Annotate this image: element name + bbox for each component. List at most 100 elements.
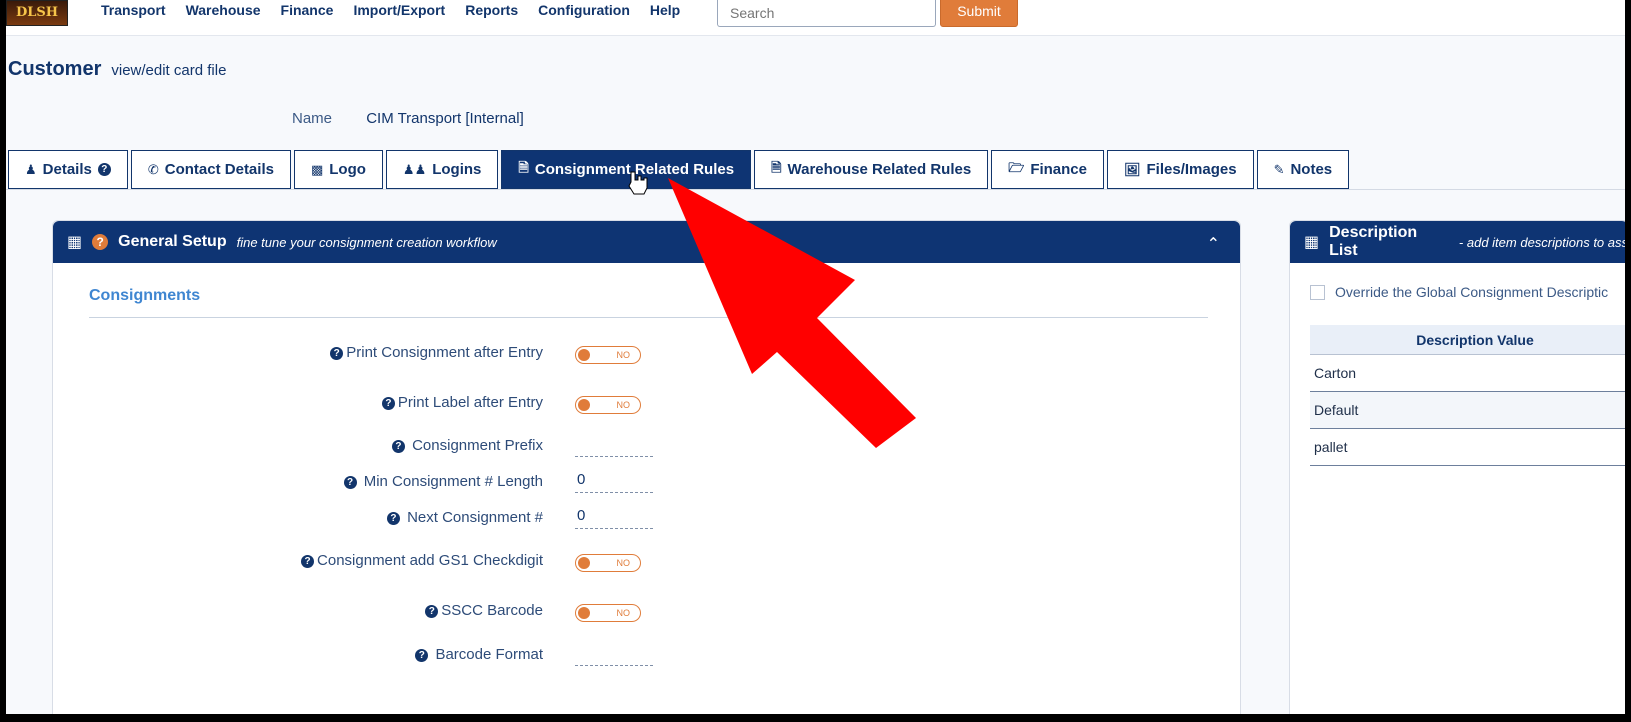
tab-label: Files/Images	[1146, 161, 1237, 178]
setting-label: ? Consignment add GS1 Checkdigit	[53, 552, 543, 569]
tab-label: Finance	[1030, 161, 1087, 178]
setting-label: ? Print Consignment after Entry	[53, 344, 543, 361]
tab-finance[interactable]: 🗁 Finance	[991, 150, 1104, 189]
question-circle-icon[interactable]: ?	[92, 234, 109, 250]
user-icon: ♟	[25, 161, 37, 177]
menu-finance[interactable]: Finance	[281, 2, 334, 18]
app-logo[interactable]: DLSH	[6, 0, 68, 26]
tab-label: Details	[42, 161, 92, 178]
toggle-state: NO	[616, 608, 631, 618]
name-value: CIM Transport [Internal]	[366, 110, 524, 127]
tab-label: Contact Details	[164, 161, 274, 178]
page-title: Customer view/edit card file	[8, 58, 226, 81]
customer-name-row: Name CIM Transport [Internal]	[292, 110, 524, 127]
image-icon: ▩	[310, 161, 324, 177]
panel-title: General Setup	[118, 233, 227, 250]
override-option: Override the Global Consignment Descript…	[1310, 284, 1608, 300]
chevron-up-icon[interactable]: ⌃	[1207, 234, 1220, 254]
menu-help[interactable]: Help	[650, 2, 680, 18]
toggle-state: NO	[616, 350, 631, 360]
menu-configuration[interactable]: Configuration	[538, 2, 630, 18]
sscc-barcode-toggle[interactable]: NO	[575, 604, 641, 622]
users-icon: ♟♟	[402, 161, 427, 177]
tab-label: Notes	[1290, 161, 1333, 178]
menu-warehouse[interactable]: Warehouse	[186, 2, 261, 18]
panel-title: Description List	[1329, 224, 1418, 259]
tab-label: Consignment Related Rules	[534, 161, 735, 178]
panel-subtitle: fine tune your consignment creation work…	[236, 234, 497, 250]
question-circle-icon[interactable]: ?	[381, 397, 395, 410]
section-title: Consignments	[89, 287, 201, 304]
submit-button[interactable]: Submit	[940, 0, 1018, 27]
table-row[interactable]: pallet	[1310, 429, 1625, 466]
toggle-state: NO	[616, 400, 631, 410]
gs1-checkdigit-toggle[interactable]: NO	[575, 554, 641, 572]
description-list-panel: ▦ Description List - add item descriptio…	[1289, 220, 1625, 714]
tab-label: Warehouse Related Rules	[787, 161, 972, 178]
question-circle-icon[interactable]: ?	[386, 512, 400, 525]
table-row[interactable]: Default	[1310, 392, 1625, 429]
setting-label: ? Min Consignment # Length	[53, 473, 543, 490]
question-circle-icon[interactable]: ?	[330, 347, 344, 360]
main-menu: Transport Warehouse Finance Import/Expor…	[101, 2, 680, 18]
tab-logins[interactable]: ♟♟ Logins	[385, 150, 499, 189]
toggle-knob	[578, 349, 590, 361]
barcode-format-field[interactable]	[575, 644, 653, 666]
toggle-knob	[578, 557, 590, 569]
tab-logo[interactable]: ▩ Logo	[293, 150, 383, 189]
question-circle-icon[interactable]: ?	[97, 163, 111, 176]
toggle-knob	[578, 607, 590, 619]
question-circle-icon[interactable]: ?	[415, 649, 429, 662]
tab-label: Logins	[432, 161, 482, 178]
menu-import-export[interactable]: Import/Export	[353, 2, 445, 18]
next-consignment-field[interactable]: 0	[575, 507, 653, 529]
top-navigation: DLSH Transport Warehouse Finance Import/…	[6, 0, 1625, 36]
toggle-state: NO	[616, 558, 631, 568]
print-consignment-toggle[interactable]: NO	[575, 346, 641, 364]
min-length-field[interactable]: 0	[575, 471, 653, 493]
tab-notes[interactable]: ✎ Notes	[1256, 150, 1350, 189]
file-icon: 🗎	[771, 159, 782, 175]
setting-label: ? Next Consignment #	[53, 509, 543, 526]
general-setup-header: ▦ ? General Setup fine tune your consign…	[53, 221, 1240, 263]
page-subtitle: view/edit card file	[111, 62, 227, 79]
question-circle-icon[interactable]: ?	[343, 476, 357, 489]
tab-details[interactable]: ♟ Details ?	[8, 150, 128, 189]
question-circle-icon[interactable]: ?	[301, 555, 315, 568]
name-label: Name	[292, 110, 333, 127]
menu-reports[interactable]: Reports	[465, 2, 518, 18]
override-label: Override the Global Consignment Descript…	[1335, 284, 1609, 300]
setting-label: ? SSCC Barcode	[53, 602, 543, 619]
table-icon: ▦	[67, 234, 83, 251]
panel-subtitle: - add item descriptions to ass	[1458, 234, 1625, 250]
description-table: Description Value Carton Default pallet	[1310, 325, 1625, 466]
override-checkbox[interactable]	[1310, 284, 1325, 300]
print-label-toggle[interactable]: NO	[575, 396, 641, 414]
file-image-icon: 🖼	[1124, 161, 1141, 177]
file-icon: 🗎	[518, 159, 529, 175]
setting-label: ? Barcode Format	[53, 646, 543, 663]
section-divider	[89, 317, 1208, 318]
page-title-text: Customer	[8, 58, 102, 80]
table-icon: ▦	[1304, 234, 1320, 251]
toggle-knob	[578, 399, 590, 411]
description-list-header: ▦ Description List - add item descriptio…	[1290, 221, 1625, 263]
tab-divider	[6, 189, 1625, 190]
setting-label: ? Consignment Prefix	[53, 437, 543, 454]
question-circle-icon[interactable]: ?	[425, 605, 439, 618]
tab-files-images[interactable]: 🖼 Files/Images	[1107, 150, 1254, 189]
phone-icon: ✆	[147, 161, 159, 177]
folder-icon: 🗁	[1008, 159, 1025, 175]
search-input[interactable]	[717, 0, 936, 27]
pencil-icon: ✎	[1273, 161, 1285, 177]
consignment-prefix-field[interactable]	[575, 435, 653, 457]
tab-consignment-related-rules[interactable]: 🗎 Consignment Related Rules	[501, 150, 752, 189]
setting-label: ? Print Label after Entry	[53, 394, 543, 411]
tab-bar: ♟ Details ? ✆ Contact Details ▩ Logo ♟♟ …	[8, 150, 1350, 189]
menu-transport[interactable]: Transport	[101, 2, 166, 18]
general-setup-panel: ▦ ? General Setup fine tune your consign…	[52, 220, 1241, 714]
question-circle-icon[interactable]: ?	[391, 440, 405, 453]
tab-warehouse-related-rules[interactable]: 🗎 Warehouse Related Rules	[754, 150, 989, 189]
tab-contact-details[interactable]: ✆ Contact Details	[130, 150, 291, 189]
table-row[interactable]: Carton	[1310, 355, 1625, 392]
